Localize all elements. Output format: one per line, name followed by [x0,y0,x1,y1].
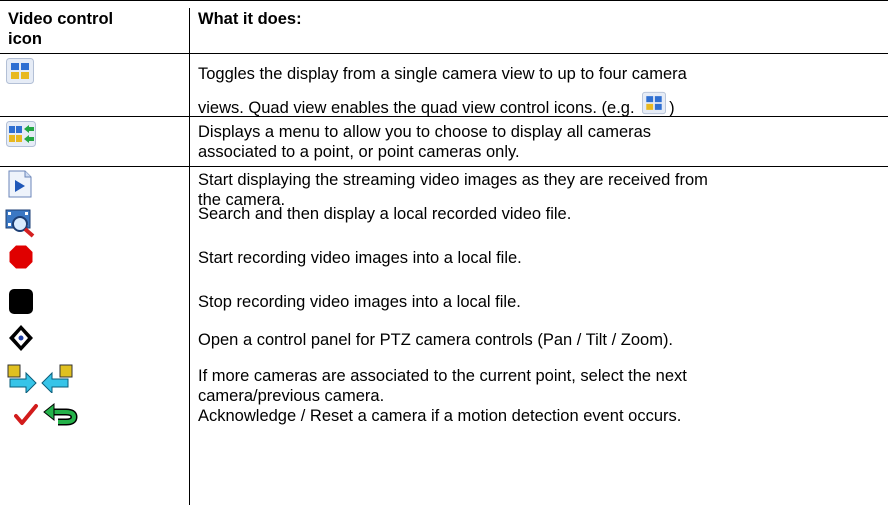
row-description: Toggles the display from a single camera… [198,65,687,83]
record-icon [9,245,33,269]
column-divider [189,8,190,505]
next-camera-icon [7,364,73,395]
row-description-line2: associated to a point, or point cameras … [198,143,520,161]
next-previous-camera-icon [6,363,76,398]
row-description: Open a control panel for PTZ camera cont… [198,331,674,349]
table-top-border [0,0,888,1]
header-divider [0,53,888,54]
row-description: Stop recording video images into a local… [198,293,521,311]
row-description-line2: camera/previous camera. [198,387,385,405]
reset-arrow-icon [43,402,78,426]
checkmark-icon [14,404,38,425]
quad-view-control-icon [642,91,667,115]
row-description: If more cameras are associated to the cu… [198,367,687,385]
header-col1-line1: Video control [8,10,114,28]
quad-view-icon [6,58,34,84]
header-what-it-does: What it does: [198,10,302,28]
stop-icon [9,289,33,314]
acknowledge-reset-icons [14,402,78,426]
acknowledge-reset-icon [14,402,78,431]
search-recorded-video-icon [5,209,35,238]
ptz-control-icon [9,325,33,351]
row-description: Search and then display a local recorded… [198,205,572,223]
row-description-close: ) [669,99,675,117]
header-col1-line2: icon [8,30,42,48]
row-description: Displays a menu to allow you to choose t… [198,123,652,141]
row-divider [0,166,888,167]
row-description-line2: views. Quad view enables the quad view c… [198,91,882,118]
row-description: Start displaying the streaming video ima… [198,171,708,189]
row-description: Start recording video images into a loca… [198,249,522,267]
header-video-control-icon: Video control icon [8,9,113,49]
row-description-text: views. Quad view enables the quad view c… [198,99,635,117]
camera-menu-icon [6,121,36,147]
row-description: Acknowledge / Reset a camera if a motion… [198,407,682,425]
play-stream-icon [8,170,32,198]
row-divider [0,116,888,117]
